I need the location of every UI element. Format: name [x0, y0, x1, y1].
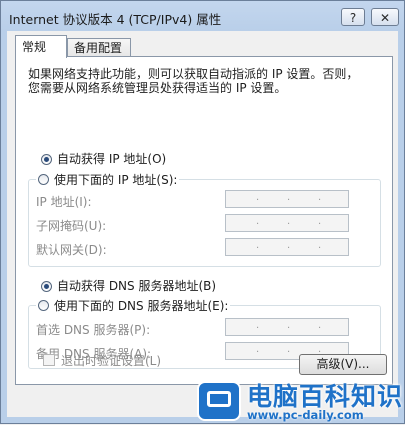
close-button[interactable]: ✕: [371, 8, 399, 26]
radio-selected-dot: [44, 157, 49, 162]
subnet-mask-input[interactable]: ...: [225, 214, 349, 232]
preferred-dns-label: 首选 DNS 服务器(P):: [36, 323, 151, 337]
general-panel: 如果网络支持此功能，则可以获取自动指派的 IP 设置。否则， 您需要从网络系统管…: [15, 56, 393, 385]
manual-dns-legend: 使用下面的 DNS 服务器地址(E):: [36, 297, 231, 314]
ip-address-input[interactable]: ...: [225, 190, 349, 208]
dialog-title: Internet 协议版本 4 (TCP/IPv4) 属性: [9, 12, 222, 27]
site-watermark: 电脑百科知识 www.pc-daily.com: [197, 375, 405, 425]
properties-dialog: Internet 协议版本 4 (TCP/IPv4) 属性 ? ✕ 常规 备用配…: [0, 0, 405, 424]
manual-ip-radio[interactable]: [38, 174, 49, 185]
title-bar: Internet 协议版本 4 (TCP/IPv4) 属性 ? ✕: [1, 1, 404, 31]
auto-dns-label[interactable]: 自动获得 DNS 服务器地址(B): [57, 277, 216, 294]
preferred-dns-input[interactable]: ...: [225, 318, 349, 336]
dialog-client-area: 常规 备用配置 如果网络支持此功能，则可以获取自动指派的 IP 设置。否则， 您…: [7, 31, 398, 417]
validate-on-exit-label[interactable]: 退出时验证设置(L): [61, 352, 161, 369]
ip-address-label: IP 地址(I):: [36, 195, 92, 209]
subnet-mask-label: 子网掩码(U):: [36, 219, 107, 233]
manual-ip-label[interactable]: 使用下面的 IP 地址(S):: [54, 173, 177, 187]
radio-selected-dot: [44, 284, 49, 289]
manual-dns-radio[interactable]: [38, 300, 49, 311]
auto-ip-radio[interactable]: [41, 154, 52, 165]
advanced-button[interactable]: 高级(V)...: [299, 354, 387, 375]
tab-general[interactable]: 常规: [15, 35, 67, 58]
manual-ip-legend: 使用下面的 IP 地址(S):: [36, 171, 180, 188]
help-button[interactable]: ?: [341, 8, 365, 26]
tab-alternate-config[interactable]: 备用配置: [67, 38, 131, 57]
monitor-logo-icon: [197, 381, 241, 421]
default-gateway-label: 默认网关(D):: [36, 243, 107, 257]
validate-on-exit-checkbox[interactable]: [43, 354, 55, 366]
description-text: 如果网络支持此功能，则可以获取自动指派的 IP 设置。否则， 您需要从网络系统管…: [28, 67, 359, 95]
manual-dns-label[interactable]: 使用下面的 DNS 服务器地址(E):: [54, 299, 228, 313]
auto-dns-radio[interactable]: [41, 281, 52, 292]
default-gateway-input[interactable]: ...: [225, 238, 349, 256]
monitor-screen-shape: [207, 391, 231, 407]
auto-ip-label[interactable]: 自动获得 IP 地址(O): [57, 150, 166, 167]
watermark-url: www.pc-daily.com: [247, 408, 364, 422]
